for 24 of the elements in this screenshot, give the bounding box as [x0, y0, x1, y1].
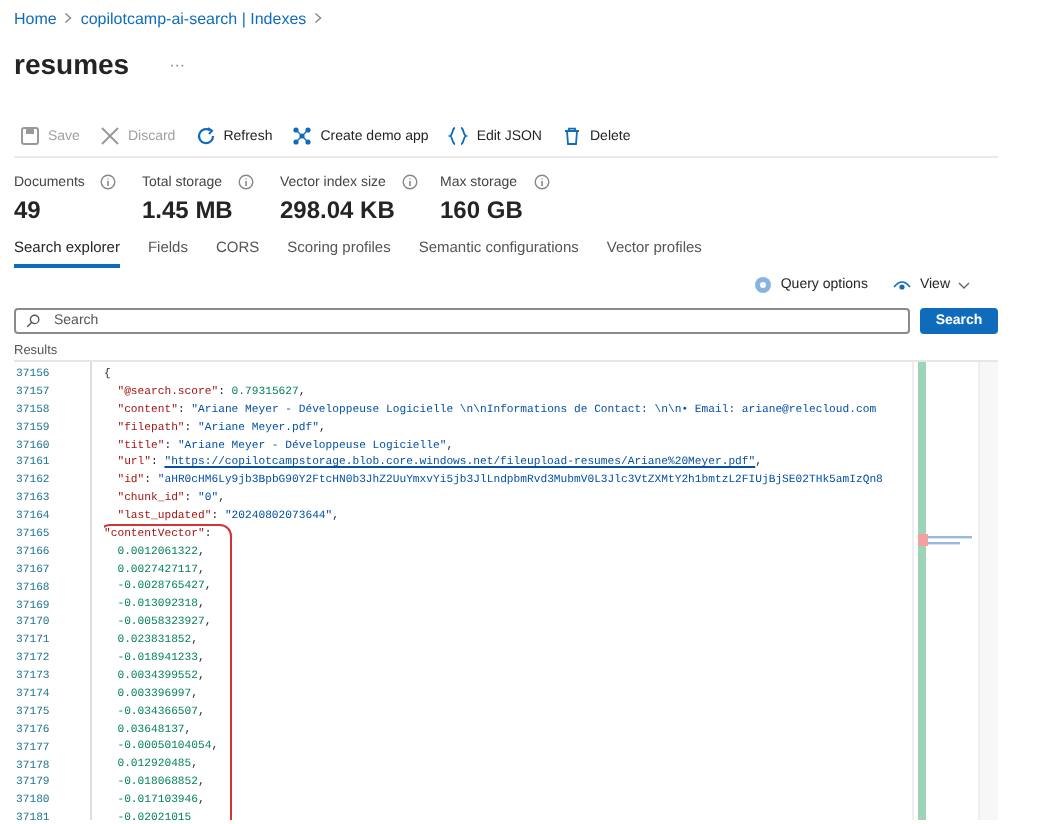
breadcrumb-link[interactable]: Home	[14, 9, 57, 27]
more-button[interactable]: ···	[169, 55, 186, 73]
stat-value: 49	[14, 196, 43, 224]
info-icon	[533, 174, 550, 190]
save-icon	[20, 126, 40, 146]
info-icon	[100, 174, 117, 190]
search-icon	[26, 314, 40, 328]
eye-icon	[891, 278, 912, 292]
chevron-down-icon	[958, 281, 970, 289]
refresh-icon	[195, 126, 216, 146]
nodes-icon	[292, 126, 313, 146]
info-icon	[401, 174, 418, 190]
braces-icon	[448, 126, 469, 146]
close-icon	[99, 126, 120, 146]
info-icon	[238, 174, 255, 190]
trash-icon	[562, 126, 582, 146]
stat-value: 160 GB	[440, 196, 525, 224]
page-title: resumes	[14, 48, 130, 80]
scrollbar[interactable]	[978, 362, 998, 820]
stat-value: 298.04 KB	[280, 196, 397, 224]
chevron-icon	[314, 12, 323, 24]
chevron-icon	[64, 12, 73, 24]
stat-value: 1.45 MB	[142, 196, 235, 224]
breadcrumb-link[interactable]: copilotcamp-ai-search | Indexes	[80, 9, 307, 27]
